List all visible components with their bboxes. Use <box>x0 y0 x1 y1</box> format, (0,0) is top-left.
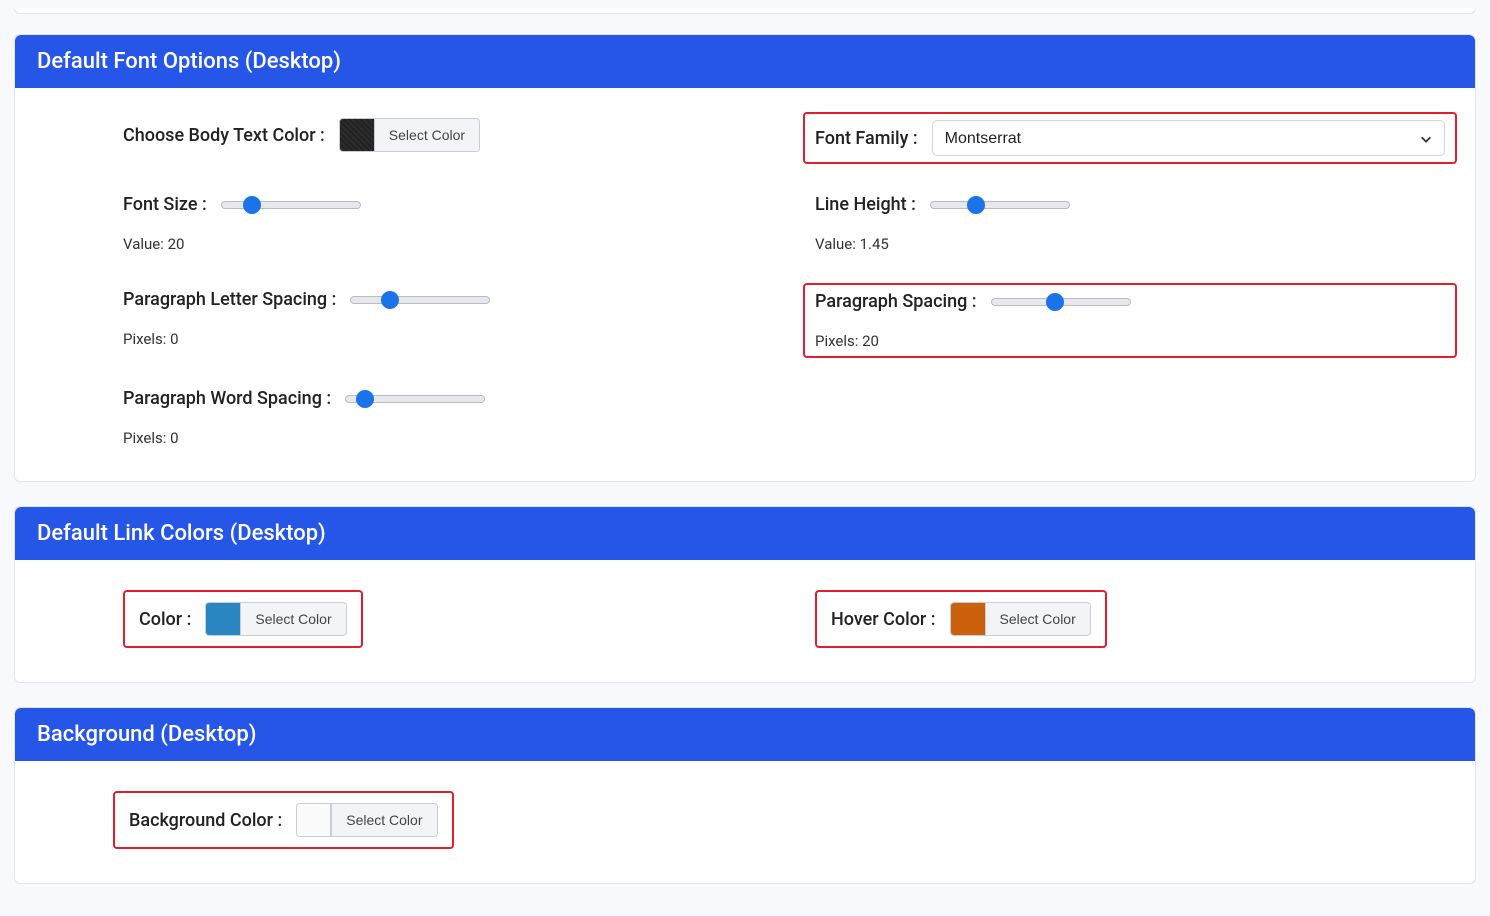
letter-spacing-value: Pixels: 0 <box>123 330 753 348</box>
hover-color-label: Hover Color : <box>831 609 936 630</box>
link-select-color-button[interactable]: Select Color <box>240 603 345 635</box>
body-text-color-swatch[interactable] <box>340 119 374 151</box>
background-color-swatch[interactable] <box>297 804 331 836</box>
paragraph-spacing-field: Paragraph Spacing : Pixels: 20 <box>815 291 1445 350</box>
hover-color-swatch[interactable] <box>951 603 985 635</box>
background-select-color-button[interactable]: Select Color <box>331 804 436 836</box>
line-height-slider[interactable] <box>930 201 1070 209</box>
line-height-value: Value: 1.45 <box>815 235 1447 253</box>
link-colors-header: Default Link Colors (Desktop) <box>15 507 1475 560</box>
body-text-color-field: Choose Body Text Color : Select Color <box>123 118 753 152</box>
background-color-label: Background Color : <box>129 810 282 831</box>
line-height-field: Line Height : Value: 1.45 <box>815 194 1447 253</box>
font-family-select[interactable]: Montserrat <box>932 120 1445 156</box>
hover-select-color-button[interactable]: Select Color <box>985 603 1090 635</box>
hover-color-field: Hover Color : Select Color <box>831 602 1091 636</box>
paragraph-spacing-value: Pixels: 20 <box>815 332 1445 350</box>
body-text-select-color-button[interactable]: Select Color <box>374 119 479 151</box>
background-panel: Background (Desktop) Background Color : … <box>14 707 1476 884</box>
font-options-panel: Default Font Options (Desktop) Choose Bo… <box>14 34 1476 482</box>
word-spacing-field: Paragraph Word Spacing : Pixels: 0 <box>123 388 755 447</box>
link-color-swatch[interactable] <box>206 603 240 635</box>
background-color-input[interactable]: Select Color <box>296 803 437 837</box>
font-options-header: Default Font Options (Desktop) <box>15 35 1475 88</box>
font-size-label: Font Size : <box>123 194 207 215</box>
line-height-label: Line Height : <box>815 194 916 215</box>
body-text-color-input[interactable]: Select Color <box>339 118 480 152</box>
font-family-label: Font Family : <box>815 128 918 149</box>
link-color-input[interactable]: Select Color <box>205 602 346 636</box>
font-options-body: Choose Body Text Color : Select Color Fo… <box>15 88 1475 481</box>
link-color-field: Color : Select Color <box>139 602 347 636</box>
word-spacing-label: Paragraph Word Spacing : <box>123 388 331 409</box>
word-spacing-value: Pixels: 0 <box>123 429 755 447</box>
link-color-label: Color : <box>139 609 191 630</box>
link-colors-panel: Default Link Colors (Desktop) Color : Se… <box>14 506 1476 683</box>
font-size-value: Value: 20 <box>123 235 755 253</box>
hover-color-input[interactable]: Select Color <box>950 602 1091 636</box>
letter-spacing-field: Paragraph Letter Spacing : Pixels: 0 <box>123 289 753 348</box>
background-body: Background Color : Select Color <box>15 761 1475 883</box>
paragraph-spacing-label: Paragraph Spacing : <box>815 291 977 312</box>
link-colors-body: Color : Select Color Hover Color : Se <box>15 560 1475 682</box>
font-family-field: Font Family : Montserrat <box>815 120 1445 156</box>
font-size-slider[interactable] <box>221 201 361 209</box>
body-text-color-label: Choose Body Text Color : <box>123 125 325 146</box>
letter-spacing-label: Paragraph Letter Spacing : <box>123 289 336 310</box>
background-color-field: Background Color : Select Color <box>129 803 438 837</box>
word-spacing-slider[interactable] <box>345 395 485 403</box>
letter-spacing-slider[interactable] <box>350 296 490 304</box>
prev-panel-bottom <box>14 8 1476 14</box>
paragraph-spacing-slider[interactable] <box>991 298 1131 306</box>
font-size-field: Font Size : Value: 20 <box>123 194 755 253</box>
background-header: Background (Desktop) <box>15 708 1475 761</box>
